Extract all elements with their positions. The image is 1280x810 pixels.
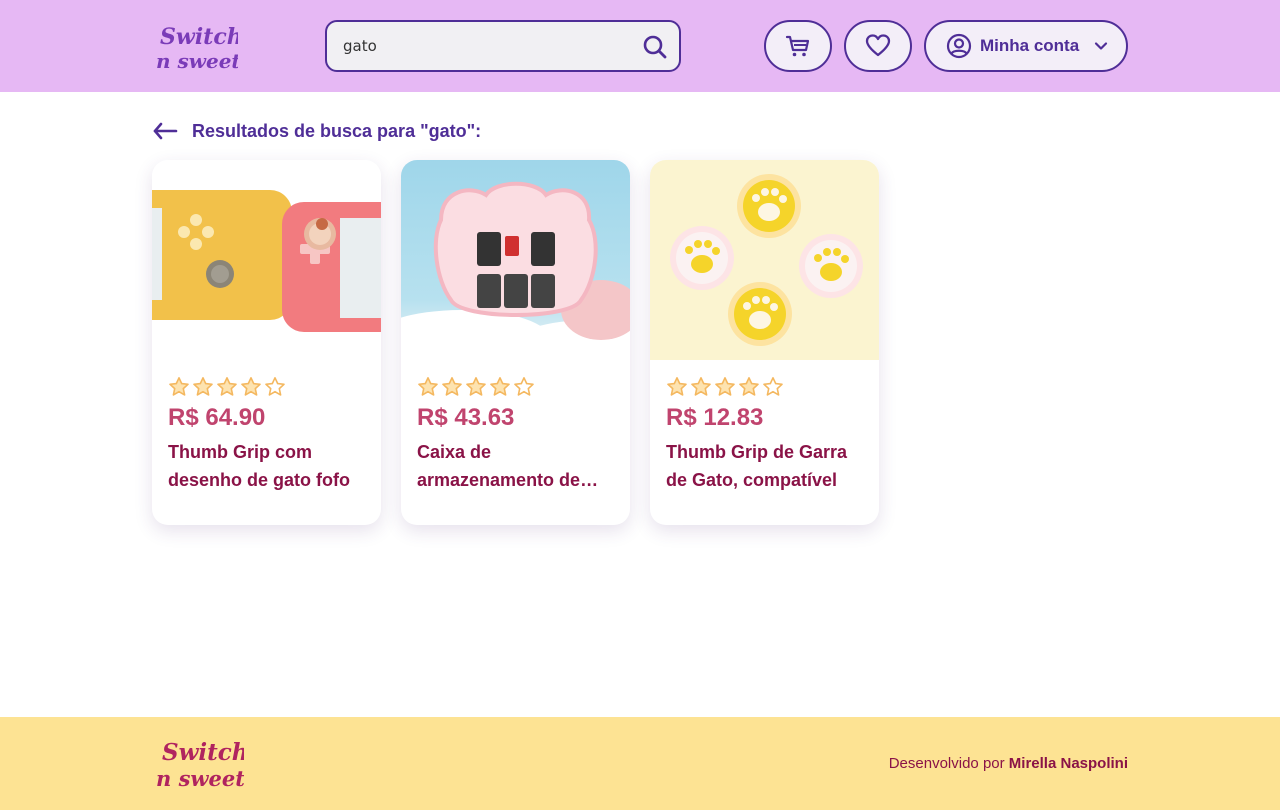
svg-text:n sweet: n sweet	[156, 766, 244, 791]
rating-stars	[168, 376, 286, 398]
arrow-left-icon	[153, 122, 178, 140]
results-heading: Resultados de busca para "gato":	[152, 116, 481, 146]
product-card[interactable]: R$ 43.63 Caixa de armazenamento de jogos	[401, 160, 630, 525]
star-filled-icon	[715, 377, 735, 396]
header: Switch n sweet Minha con	[0, 0, 1280, 92]
star-filled-icon	[241, 377, 261, 396]
rating-stars	[417, 376, 535, 398]
star-empty-icon	[763, 377, 783, 396]
product-price: R$ 12.83	[666, 404, 764, 431]
footer: Switch n sweet Desenvolvido por Mirella …	[0, 717, 1280, 810]
svg-text:Switch: Switch	[160, 24, 238, 50]
credit-prefix: Desenvolvido por	[888, 755, 1005, 772]
favorites-button[interactable]	[844, 20, 912, 72]
svg-text:n sweet: n sweet	[156, 49, 238, 72]
search-button[interactable]	[641, 33, 669, 61]
product-price: R$ 64.90	[168, 404, 266, 431]
product-card[interactable]: R$ 12.83 Thumb Grip de Garra de Gato, co…	[650, 160, 879, 525]
product-image	[152, 160, 381, 360]
footer-logo[interactable]: Switch n sweet	[152, 735, 249, 791]
rating-stars	[666, 376, 784, 398]
star-filled-icon	[667, 377, 687, 396]
svg-text:Switch: Switch	[162, 739, 244, 766]
star-filled-icon	[691, 377, 711, 396]
product-image	[401, 160, 630, 360]
back-button[interactable]	[152, 118, 178, 144]
star-filled-icon	[442, 377, 462, 396]
product-image	[650, 160, 879, 360]
footer-logo-image: Switch n sweet	[156, 739, 249, 791]
star-empty-icon	[514, 377, 534, 396]
star-filled-icon	[193, 377, 213, 396]
chevron-down-icon	[1095, 42, 1108, 50]
product-price: R$ 43.63	[417, 404, 515, 431]
account-label: Minha conta	[980, 36, 1080, 55]
star-filled-icon	[217, 377, 237, 396]
credit-author[interactable]: Mirella Naspolini	[1009, 755, 1128, 772]
logo-image: Switch n sweet	[156, 24, 243, 73]
user-icon	[946, 33, 972, 59]
search-icon	[643, 35, 667, 59]
star-filled-icon	[739, 377, 759, 396]
star-filled-icon	[466, 377, 486, 396]
product-card[interactable]: R$ 64.90 Thumb Grip com desenho de gato …	[152, 160, 381, 525]
logo[interactable]: Switch n sweet	[152, 20, 243, 73]
results-title: Resultados de busca para "gato":	[192, 120, 482, 141]
cart-icon	[785, 35, 810, 57]
star-filled-icon	[490, 377, 510, 396]
star-empty-icon	[265, 377, 285, 396]
account-menu-button[interactable]: Minha conta	[924, 20, 1128, 72]
heart-icon	[865, 34, 891, 57]
product-title: Caixa de armazenamento de jogos	[417, 442, 581, 490]
footer-credit: Desenvolvido por Mirella Naspolini	[889, 755, 1128, 772]
cart-button[interactable]	[764, 20, 832, 72]
star-filled-icon	[418, 377, 438, 396]
product-title: Thumb Grip de Garra de Gato, compatível	[666, 442, 848, 490]
search-bar	[325, 20, 681, 72]
search-input[interactable]	[343, 34, 633, 58]
star-filled-icon	[169, 377, 189, 396]
product-title: Thumb Grip com desenho de gato fofo	[168, 442, 350, 490]
